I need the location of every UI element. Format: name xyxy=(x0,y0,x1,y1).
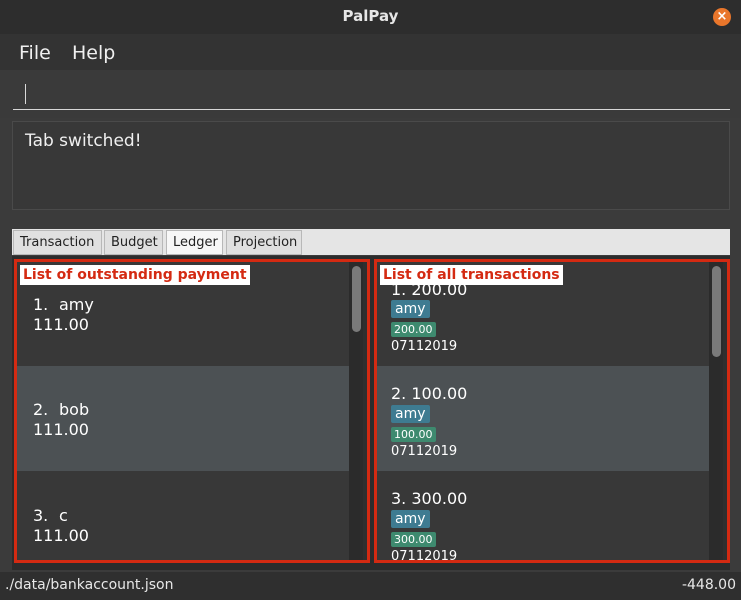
ledger-panel: List of outstanding payment 1. amy 111.0… xyxy=(12,256,730,570)
item-amount: 111.00 xyxy=(33,420,89,439)
status-bar: ./data/bankaccount.json -448.00 xyxy=(0,572,741,600)
menu-bar: File Help xyxy=(0,34,741,70)
outstanding-payment-list: List of outstanding payment 1. amy 111.0… xyxy=(14,259,370,563)
scrollbar-thumb[interactable] xyxy=(712,266,721,357)
list-item[interactable]: 3. c 111.00 xyxy=(17,471,349,560)
transaction-date: 07112019 xyxy=(391,339,458,354)
text-caret xyxy=(25,84,26,104)
amount-tag: 100.00 xyxy=(391,427,436,442)
person-tag: amy xyxy=(391,300,430,318)
transaction-date: 07112019 xyxy=(391,549,458,563)
item-amount: 111.00 xyxy=(33,526,89,545)
item-index: 1. xyxy=(33,295,49,314)
amount-tag: 300.00 xyxy=(391,532,436,547)
result-display: Tab switched! xyxy=(12,121,730,210)
person-tag: amy xyxy=(391,510,430,528)
item-name: bob xyxy=(59,400,90,419)
balance-total: -448.00 xyxy=(681,577,736,593)
result-message: Tab switched! xyxy=(25,131,142,151)
window-title: PalPay xyxy=(342,7,399,25)
transaction-item[interactable]: 2. 100.00 amy 100.00 07112019 xyxy=(377,366,709,471)
item-index: 3. xyxy=(33,506,49,525)
menu-file[interactable]: File xyxy=(19,42,51,64)
transaction-date: 07112019 xyxy=(391,444,458,459)
tab-projection[interactable]: Projection xyxy=(226,230,302,255)
menu-help[interactable]: Help xyxy=(72,42,115,64)
amount-tag: 200.00 xyxy=(391,322,436,337)
item-name: c xyxy=(59,506,68,525)
tab-budget[interactable]: Budget xyxy=(104,230,163,255)
tab-ledger[interactable]: Ledger xyxy=(166,230,223,255)
command-box xyxy=(0,70,741,118)
all-transactions-list: List of all transactions 1. 200.00 amy 2… xyxy=(374,259,730,563)
outstanding-payment-label: List of outstanding payment xyxy=(20,265,250,285)
command-input[interactable] xyxy=(13,80,730,110)
transaction-heading: 3. 300.00 xyxy=(391,489,468,508)
item-amount: 111.00 xyxy=(33,315,89,334)
title-bar: PalPay × xyxy=(0,0,741,34)
all-transactions-label: List of all transactions xyxy=(380,265,563,285)
file-path: ./data/bankaccount.json xyxy=(5,577,174,593)
tab-transaction[interactable]: Transaction xyxy=(13,230,102,255)
item-index: 2. xyxy=(33,400,49,419)
scrollbar-thumb[interactable] xyxy=(352,266,361,332)
item-name: amy xyxy=(59,295,94,314)
transaction-heading: 2. 100.00 xyxy=(391,384,468,403)
close-icon[interactable]: × xyxy=(713,8,731,26)
person-tag: amy xyxy=(391,405,430,423)
list-item[interactable]: 2. bob 111.00 xyxy=(17,366,349,471)
transaction-item[interactable]: 3. 300.00 amy 300.00 07112019 xyxy=(377,471,709,563)
tab-bar: Transaction Budget Ledger Projection xyxy=(12,229,730,255)
